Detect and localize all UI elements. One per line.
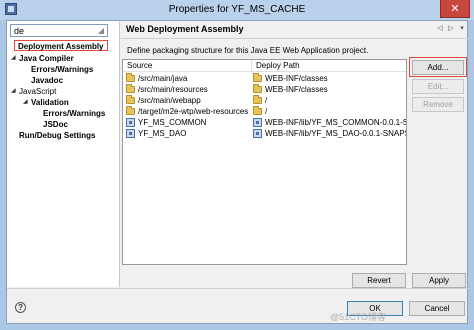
collapse-icon[interactable]: ◢ bbox=[23, 97, 29, 108]
jar-icon bbox=[126, 129, 135, 138]
deploy-path-cell: / bbox=[265, 107, 268, 116]
table-row[interactable]: /src/main/java WEB-INF/classes bbox=[123, 73, 406, 84]
add-button-highlight bbox=[409, 57, 467, 77]
column-header-deploy-path[interactable]: Deploy Path bbox=[252, 60, 406, 72]
close-button[interactable]: ✕ bbox=[440, 0, 470, 18]
tree-item-run-debug-settings[interactable]: Run/Debug Settings bbox=[19, 130, 95, 141]
title-bar[interactable]: Properties for YF_MS_CACHE – ✕ bbox=[0, 0, 474, 20]
deploy-path-cell: WEB-INF/classes bbox=[265, 74, 328, 83]
jar-icon bbox=[253, 118, 262, 127]
window-title: Properties for YF_MS_CACHE bbox=[168, 4, 306, 15]
filter-text: de bbox=[14, 26, 25, 36]
deployment-assembly-table[interactable]: Source Deploy Path /src/main/java WEB-IN… bbox=[122, 59, 407, 265]
folder-icon bbox=[126, 106, 135, 115]
folder-icon bbox=[253, 106, 262, 115]
page-title: Web Deployment Assembly bbox=[126, 24, 244, 34]
folder-icon bbox=[253, 73, 262, 82]
tree-item-validation[interactable]: Validation bbox=[31, 97, 69, 108]
source-cell: /src/main/java bbox=[138, 74, 188, 83]
preference-tree-pane: de ◢ Deployment Assembly ◢ Java Compiler… bbox=[7, 21, 120, 287]
remove-button[interactable]: Remove bbox=[412, 97, 464, 112]
collapse-icon[interactable]: ◢ bbox=[11, 53, 17, 64]
deploy-path-cell: / bbox=[265, 96, 268, 105]
bottom-separator bbox=[7, 288, 469, 289]
folder-icon bbox=[253, 95, 262, 104]
deploy-path-cell: WEB-INF/lib/YF_MS_COMMON-0.0.1-SNAPSHOT.… bbox=[265, 118, 407, 127]
apply-button[interactable]: Apply bbox=[412, 273, 466, 288]
folder-icon bbox=[253, 84, 262, 93]
deploy-path-cell: WEB-INF/lib/YF_MS_DAO-0.0.1-SNAPSHOT.jar bbox=[265, 129, 406, 138]
properties-window: Properties for YF_MS_CACHE – ✕ de ◢ Depl… bbox=[0, 0, 474, 330]
filter-input[interactable]: de ◢ bbox=[10, 24, 108, 37]
jar-icon bbox=[126, 118, 135, 127]
source-cell: YF_MS_DAO bbox=[138, 129, 187, 138]
jar-icon bbox=[253, 129, 262, 138]
table-row[interactable]: YF_MS_DAO WEB-INF/lib/YF_MS_DAO-0.0.1-SN… bbox=[123, 128, 406, 139]
table-row[interactable]: /target/m2e-wtp/web-resources / bbox=[123, 106, 406, 117]
dialog-client-area: de ◢ Deployment Assembly ◢ Java Compiler… bbox=[6, 20, 469, 324]
source-cell: /target/m2e-wtp/web-resources bbox=[138, 107, 249, 116]
source-cell: YF_MS_COMMON bbox=[138, 118, 207, 127]
watermark: @51CTO博客 bbox=[330, 312, 386, 322]
table-row[interactable]: YF_MS_COMMON WEB-INF/lib/YF_MS_COMMON-0.… bbox=[123, 117, 407, 128]
cancel-button[interactable]: Cancel bbox=[409, 301, 465, 316]
tree-item-jsdoc[interactable]: JSDoc bbox=[43, 119, 68, 130]
folder-icon bbox=[126, 95, 135, 104]
edit-button[interactable]: Edit... bbox=[412, 79, 464, 94]
source-cell: /src/main/webapp bbox=[138, 96, 201, 105]
deploy-path-cell: WEB-INF/classes bbox=[265, 85, 328, 94]
page-description: Define packaging structure for this Java… bbox=[127, 46, 369, 55]
help-icon[interactable]: ? bbox=[15, 302, 26, 313]
collapse-icon[interactable]: ◢ bbox=[11, 86, 17, 97]
clear-filter-icon[interactable]: ◢ bbox=[97, 26, 105, 35]
tree-item-javadoc[interactable]: Javadoc bbox=[31, 75, 63, 86]
column-header-source[interactable]: Source bbox=[123, 60, 252, 72]
folder-icon bbox=[126, 84, 135, 93]
tree-item-js-errors-warnings[interactable]: Errors/Warnings bbox=[43, 108, 105, 119]
page-header: Web Deployment Assembly ◁ ▷ ▾ bbox=[121, 21, 469, 39]
source-cell: /src/main/resources bbox=[138, 85, 208, 94]
tree-item-java-compiler[interactable]: Java Compiler bbox=[19, 53, 74, 64]
tree-item-javascript[interactable]: JavaScript bbox=[19, 86, 56, 97]
forward-arrow-icon[interactable]: ▷ bbox=[446, 24, 456, 34]
menu-dropdown-icon[interactable]: ▾ bbox=[457, 24, 467, 34]
tree-item-deployment-assembly[interactable]: Deployment Assembly bbox=[14, 40, 108, 51]
table-row[interactable]: /src/main/resources WEB-INF/classes bbox=[123, 84, 406, 95]
tree-item-errors-warnings[interactable]: Errors/Warnings bbox=[31, 64, 93, 75]
back-arrow-icon[interactable]: ◁ bbox=[435, 24, 445, 34]
revert-button[interactable]: Revert bbox=[352, 273, 406, 288]
table-row[interactable]: /src/main/webapp / bbox=[123, 95, 406, 106]
folder-icon bbox=[126, 73, 135, 82]
